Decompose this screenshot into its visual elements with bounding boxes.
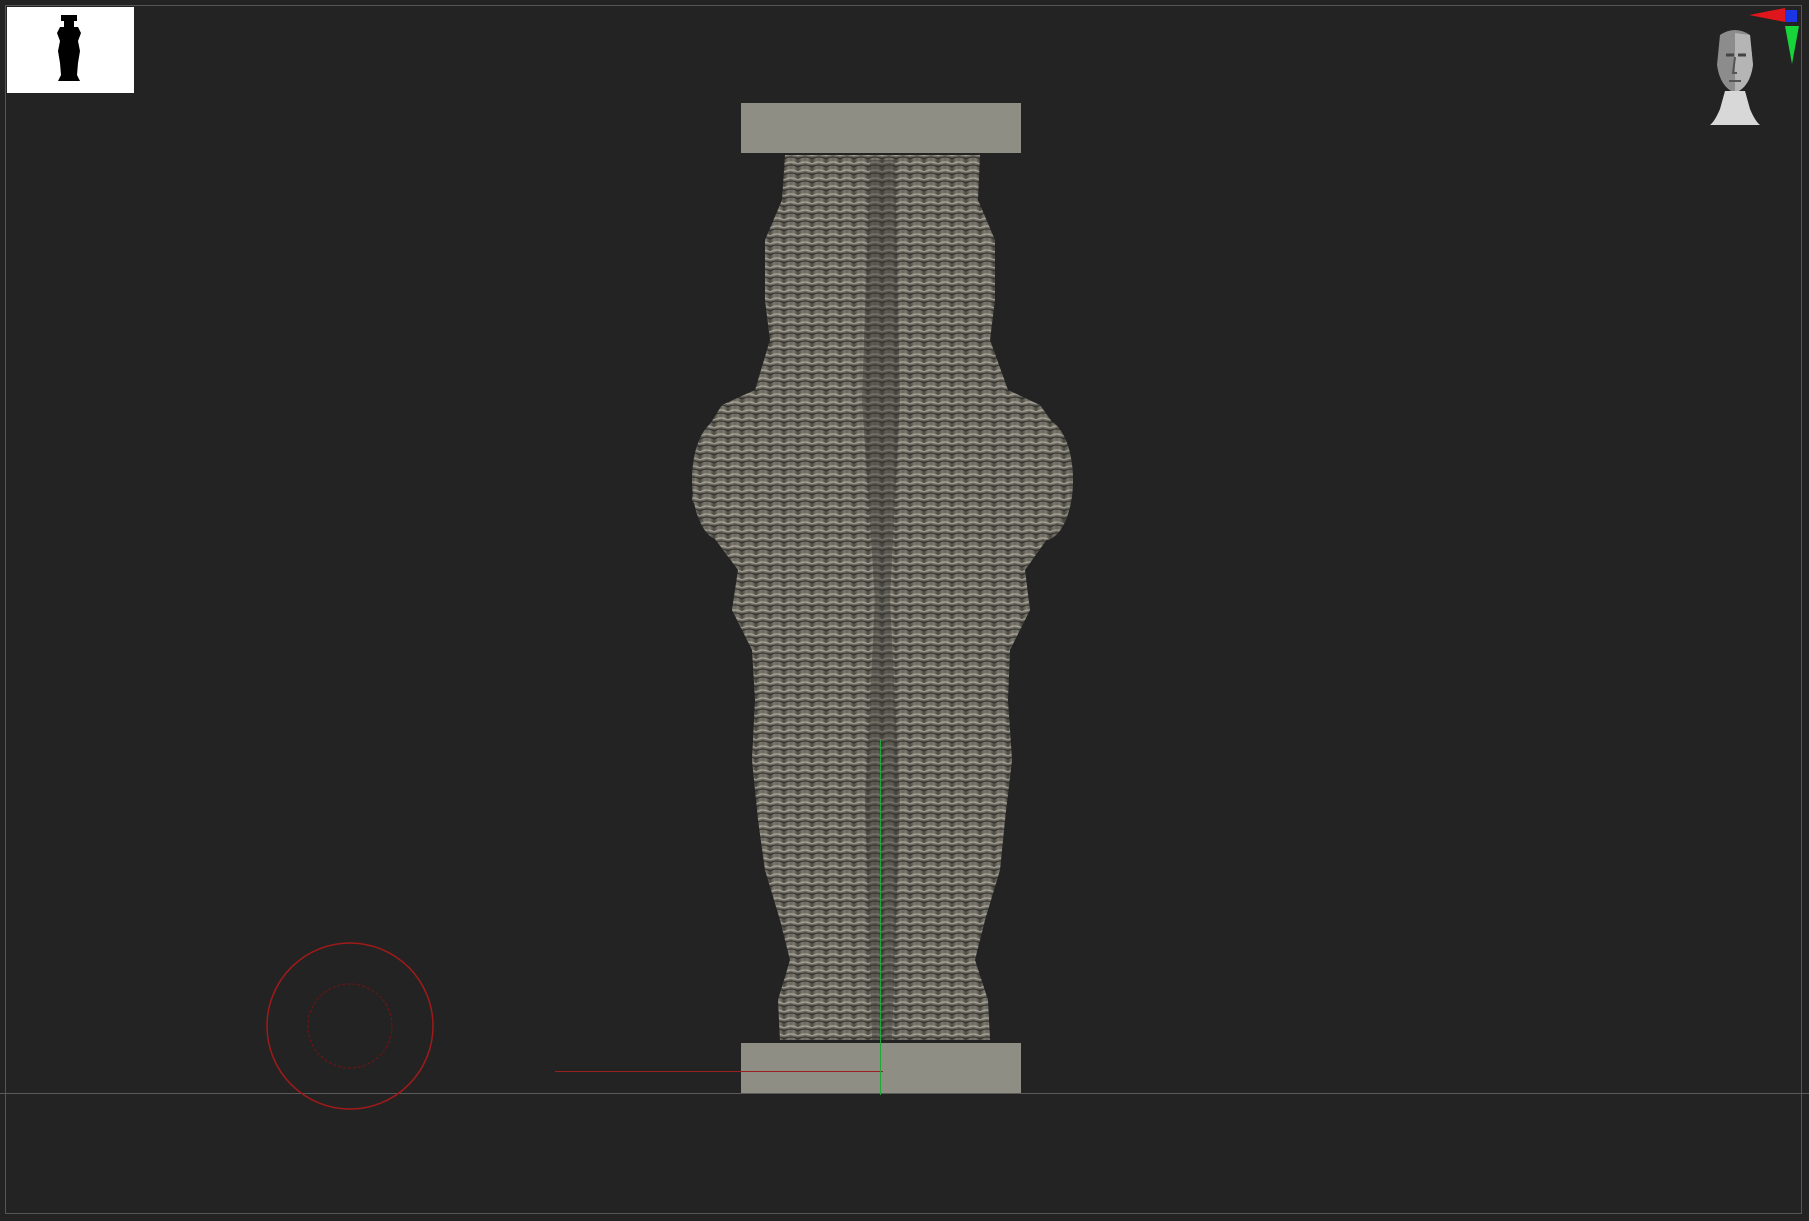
z-axis-marker-icon[interactable] bbox=[1785, 10, 1797, 22]
column-right-lobe bbox=[1017, 420, 1073, 540]
column-left-lobe bbox=[692, 420, 748, 540]
axis-gizmo-icon[interactable] bbox=[1745, 4, 1807, 66]
x-axis-line bbox=[555, 1071, 883, 1072]
brush-cursor bbox=[266, 942, 434, 1110]
column-top-cap[interactable] bbox=[741, 103, 1021, 153]
x-axis-arrow-icon[interactable] bbox=[1749, 8, 1785, 22]
canvas-viewport[interactable] bbox=[0, 0, 1809, 1221]
column-bottom-cap[interactable] bbox=[741, 1043, 1021, 1093]
y-axis-line bbox=[880, 740, 881, 1095]
y-axis-arrow-icon[interactable] bbox=[1785, 26, 1799, 64]
